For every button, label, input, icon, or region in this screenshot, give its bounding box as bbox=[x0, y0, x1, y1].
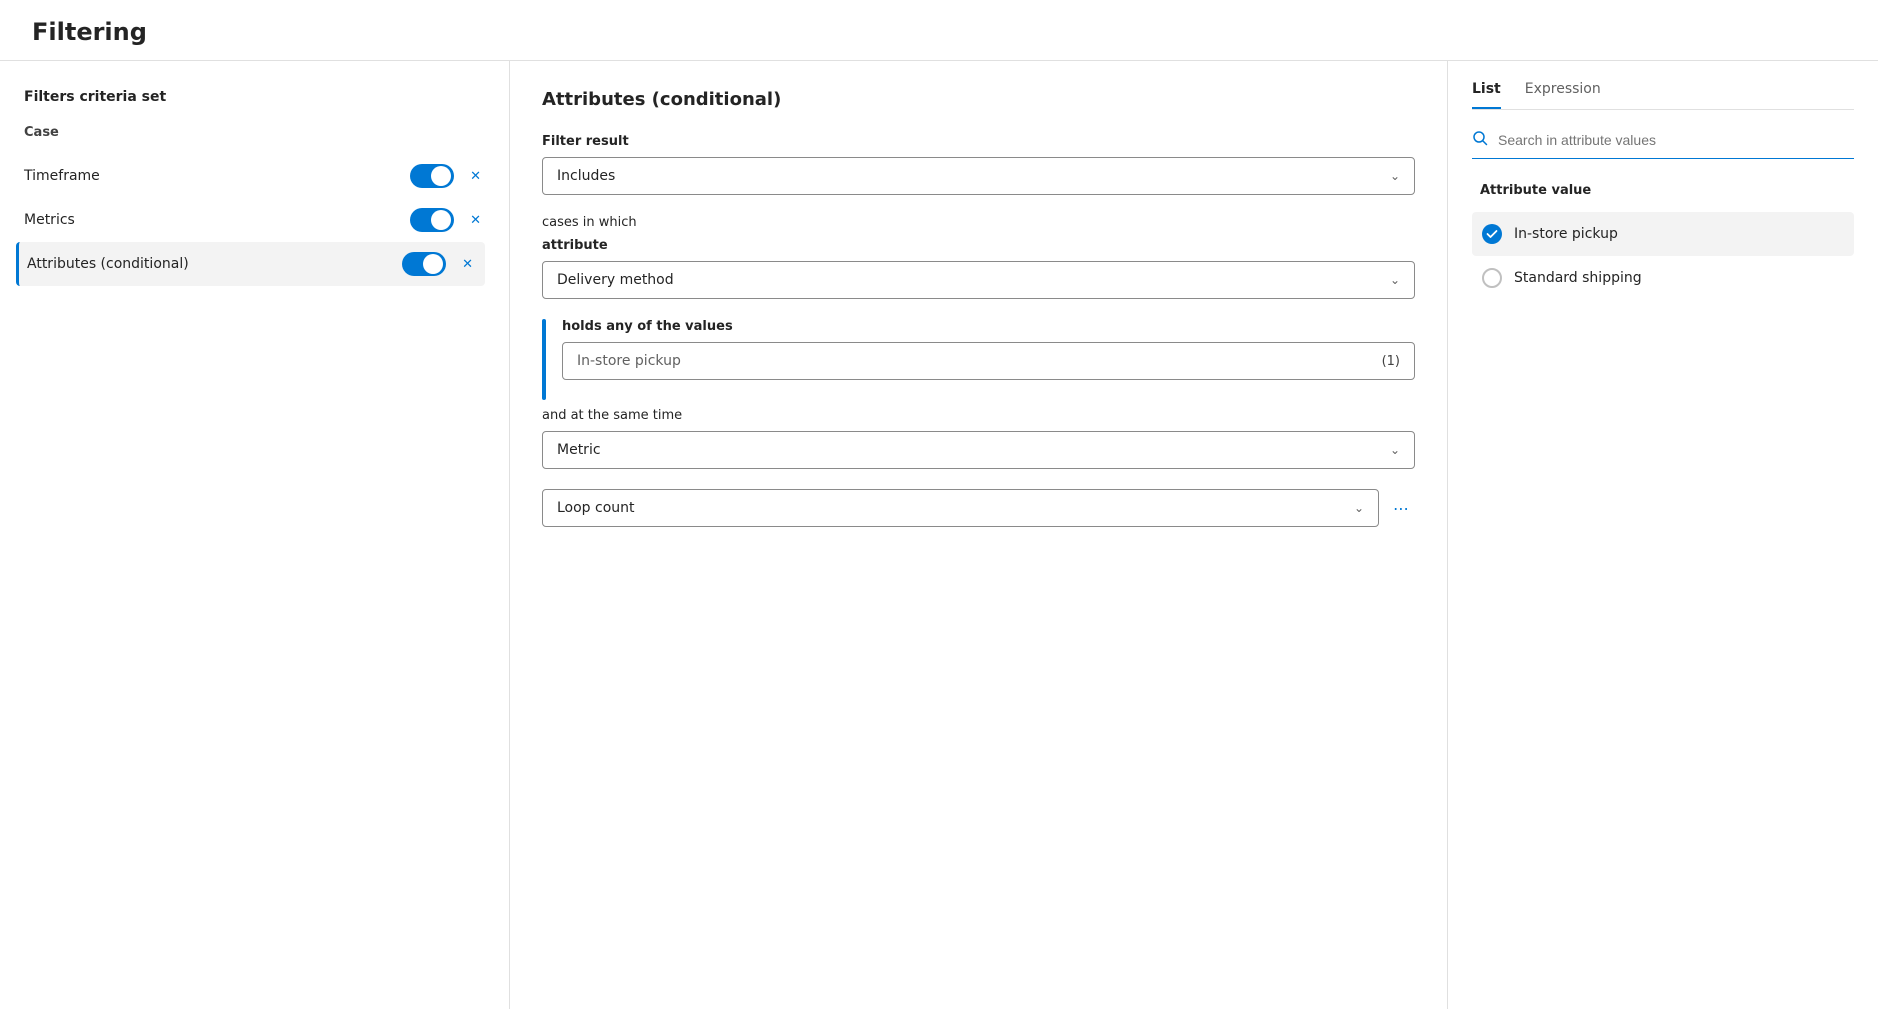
attribute-select[interactable]: Delivery method ⌄ bbox=[542, 261, 1415, 299]
page-header: Filtering bbox=[0, 0, 1878, 61]
attribute-label: attribute bbox=[542, 238, 1415, 253]
middle-panel: Attributes (conditional) Filter result I… bbox=[510, 61, 1448, 1009]
filter-result-label: Filter result bbox=[542, 134, 1415, 149]
attributes-heading: Attributes (conditional) bbox=[542, 89, 1415, 110]
tab-list[interactable]: List bbox=[1472, 81, 1501, 109]
cases-in-which-label: cases in which bbox=[542, 215, 1415, 230]
holds-label: holds any of the values bbox=[562, 319, 1415, 334]
attr-item-instore[interactable]: In-store pickup bbox=[1472, 212, 1854, 256]
tab-expression[interactable]: Expression bbox=[1525, 81, 1601, 109]
attributes-close-icon[interactable]: ✕ bbox=[458, 253, 477, 276]
and-same-time-label: and at the same time bbox=[542, 408, 1415, 423]
left-panel: Filters criteria set Case Timeframe ✕ Me… bbox=[0, 61, 510, 1009]
page-title: Filtering bbox=[32, 18, 1846, 46]
loop-count-row: Loop count ⌄ ⋯ bbox=[542, 489, 1415, 527]
metric-value: Metric bbox=[557, 442, 601, 458]
attribute-chevron: ⌄ bbox=[1390, 273, 1400, 287]
attribute-value: Delivery method bbox=[557, 272, 674, 288]
holds-values-select[interactable]: In-store pickup (1) bbox=[562, 342, 1415, 380]
attributes-label: Attributes (conditional) bbox=[27, 256, 390, 272]
holds-section: holds any of the values In-store pickup … bbox=[542, 319, 1415, 400]
instore-check-icon bbox=[1482, 224, 1502, 244]
criteria-item-timeframe[interactable]: Timeframe ✕ bbox=[24, 154, 485, 198]
loop-count-chevron: ⌄ bbox=[1354, 501, 1364, 515]
metric-chevron: ⌄ bbox=[1390, 443, 1400, 457]
timeframe-label: Timeframe bbox=[24, 168, 398, 184]
attributes-toggle[interactable] bbox=[402, 252, 446, 276]
filter-result-value: Includes bbox=[557, 168, 615, 184]
bottom-section: and at the same time Metric ⌄ Loop count… bbox=[542, 408, 1415, 527]
search-box bbox=[1472, 130, 1854, 159]
loop-count-select[interactable]: Loop count ⌄ bbox=[542, 489, 1379, 527]
filter-result-chevron: ⌄ bbox=[1390, 169, 1400, 183]
metrics-label: Metrics bbox=[24, 212, 398, 228]
filter-result-select[interactable]: Includes ⌄ bbox=[542, 157, 1415, 195]
more-options-icon[interactable]: ⋯ bbox=[1389, 491, 1415, 526]
timeframe-toggle[interactable] bbox=[410, 164, 454, 188]
tabs-header: List Expression bbox=[1472, 81, 1854, 110]
right-panel: List Expression Attribute value In-store… bbox=[1448, 61, 1878, 1009]
timeframe-close-icon[interactable]: ✕ bbox=[466, 165, 485, 188]
holds-value: In-store pickup bbox=[577, 353, 681, 369]
search-icon bbox=[1472, 130, 1488, 150]
criteria-item-metrics[interactable]: Metrics ✕ bbox=[24, 198, 485, 242]
attr-item-standard[interactable]: Standard shipping bbox=[1472, 256, 1854, 300]
standard-label: Standard shipping bbox=[1514, 270, 1642, 286]
metrics-toggle[interactable] bbox=[410, 208, 454, 232]
metrics-close-icon[interactable]: ✕ bbox=[466, 209, 485, 232]
criteria-item-attributes[interactable]: Attributes (conditional) ✕ bbox=[16, 242, 485, 286]
loop-count-value: Loop count bbox=[557, 500, 635, 516]
search-input[interactable] bbox=[1498, 132, 1854, 148]
attribute-value-header: Attribute value bbox=[1472, 183, 1854, 198]
metric-select[interactable]: Metric ⌄ bbox=[542, 431, 1415, 469]
holds-count: (1) bbox=[1382, 354, 1400, 369]
filters-criteria-title: Filters criteria set bbox=[24, 89, 485, 105]
instore-label: In-store pickup bbox=[1514, 226, 1618, 242]
main-layout: Filters criteria set Case Timeframe ✕ Me… bbox=[0, 61, 1878, 1009]
blue-bar-content: holds any of the values In-store pickup … bbox=[562, 319, 1415, 400]
standard-empty-icon bbox=[1482, 268, 1502, 288]
case-label: Case bbox=[24, 125, 485, 140]
blue-bar bbox=[542, 319, 546, 400]
